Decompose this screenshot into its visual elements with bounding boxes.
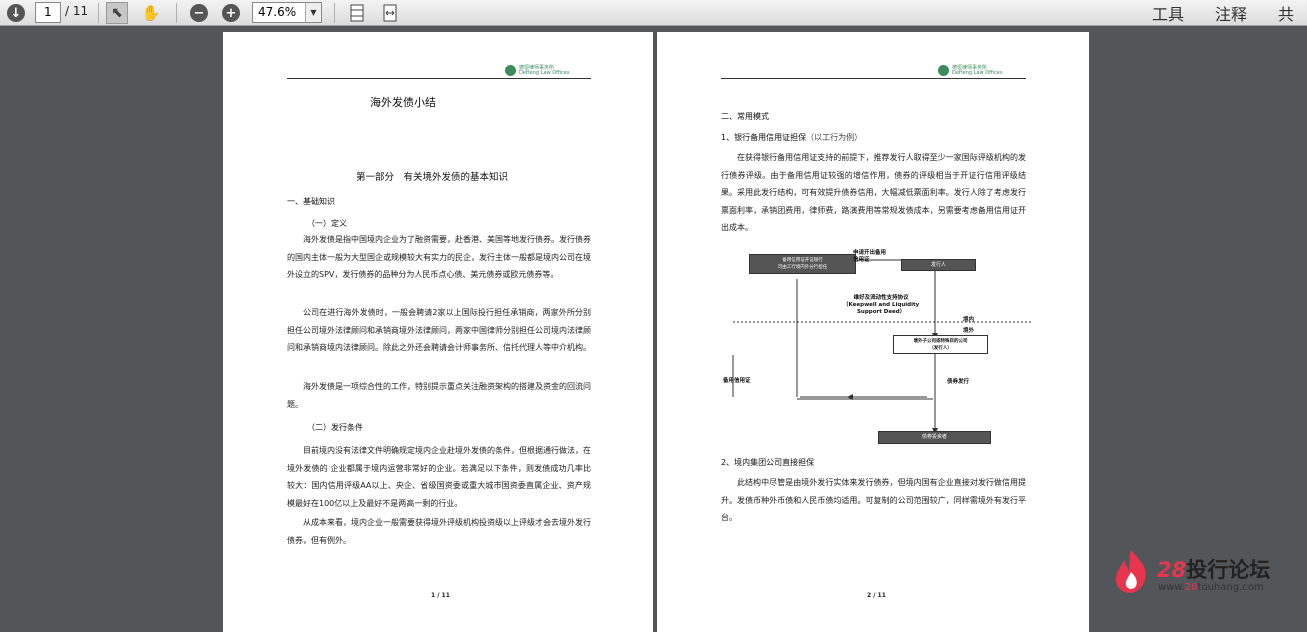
paragraph: 从成本来看，境内企业一般需要获得境外评级机构投资级以上评级才会去境外发行债券，但… [287,518,591,545]
flame-icon [1115,550,1146,593]
diagram-lines [732,259,1032,434]
subsection-heading: （一）定义 [307,219,347,228]
page-total: / 11 [65,4,89,18]
url-highlight: 28 [1184,582,1198,593]
investor-box: 债券投资者 [878,431,991,444]
fit-width-button[interactable] [379,2,401,24]
paragraph: 此结构中尽管是由境外发行实体来发行债券，但境内国有企业直接对发行做信用提升。发债… [721,478,1026,523]
doc-title: 海外发债小结 [370,96,436,109]
watermark-url: www.28touhang.com [1158,582,1264,593]
select-tool-button[interactable]: ⬉ [106,2,128,24]
domestic-label: 境内 [963,317,975,323]
sblc-label: 备用信用证 [723,378,751,384]
fit-width-icon [383,4,397,22]
page-footer: 2 / 11 [867,592,886,599]
plus-icon: + [222,4,240,22]
hand-icon: ✋ [141,4,161,22]
paragraph: 海外发债是一项综合性的工作，特别提示重点关注融资架构的搭建及资金的回流问题。 [287,382,591,409]
toolbar: ↓ 1 / 11 ⬉ ✋ − + 47.6% ▼ 工具 注释 共享 [0,0,1307,48]
down-arrow-icon: ↓ [7,4,25,22]
subsection-heading: 2、境内集团公司直接担保 [721,458,815,467]
hand-tool-button[interactable]: ✋ [140,2,162,24]
fit-page-button[interactable] [346,2,368,24]
tools-link[interactable]: 工具 [1152,1,1184,25]
section-heading: 一、基础知识 [287,197,335,206]
paragraph: 海外发债是指中国境内企业为了融资需要，赴香港、美国等地发行债券。发行债券的国内主… [287,235,591,280]
pdf-page-2: 德恒律师事务所 DeHeng Law Offices 二、常用模式 1、银行备用… [657,32,1089,632]
header-rule [287,78,591,79]
chevron-down-icon[interactable]: ▼ [305,3,321,22]
bank-box: 备用信用证开证银行 可由工行境内外分行担任 [749,254,856,274]
zoom-value: 47.6% [258,5,297,19]
watermark-text: 投行论坛 [1186,558,1271,582]
overseas-label: 境外 [963,328,975,334]
url-suffix: touhang.com [1197,582,1264,593]
document-viewer[interactable]: 德恒律师事务所 DeHeng Law Offices 海外发债小结 第一部分 有… [0,26,1307,632]
logo-icon [505,65,516,76]
site-watermark: 28投行论坛 www.28touhang.com [1112,548,1282,598]
fit-page-icon [350,4,364,22]
zoom-in-button[interactable]: + [220,2,242,24]
comment-link[interactable]: 注释 [1215,1,1247,25]
paragraph: 公司在进行海外发债时，一般会聘请2家以上国际投行担任承销商，两家外所分别担任公司… [287,308,591,353]
logo-sub: DeHeng Law Offices [519,69,570,76]
toolbar-divider [98,3,99,23]
watermark-num: 28 [1157,558,1187,582]
apply-label: 申请开出备用 信用证 [853,250,887,263]
bond-issue-label: 债券发行 [947,379,970,385]
paragraph: 目前境内没有法律文件明确规定境内企业赴境外发债的条件，但根据通行做法，在境外发债… [287,446,591,508]
subsidiary-box: 境外子公司或特殊目的公司 （发行人） [893,335,988,354]
toolbar-divider [176,3,177,23]
cursor-icon: ⬉ [111,5,123,21]
zoom-out-button[interactable]: − [188,2,210,24]
firm-logo: 德恒律师事务所 DeHeng Law Offices [505,65,569,76]
minus-icon: − [190,4,208,22]
issuer-box: 发行人 [901,259,976,271]
keepwell-label: 维好及流动性支持协议 （Keepwell and Liquidity Suppo… [843,295,920,315]
pdf-page-1: 德恒律师事务所 DeHeng Law Offices 海外发债小结 第一部分 有… [223,32,653,632]
watermark-title: 28投行论坛 [1157,554,1270,584]
page-number-input[interactable]: 1 [35,2,61,23]
next-page-button[interactable]: ↓ [5,2,27,24]
page-footer: 1 / 11 [431,592,450,599]
part-title: 第一部分 有关境外发债的基本知识 [356,172,509,183]
zoom-select[interactable]: 47.6% ▼ [252,2,322,23]
url-prefix: www. [1158,582,1185,593]
subsection-heading: （二）发行条件 [307,423,363,432]
toolbar-divider [334,3,335,23]
